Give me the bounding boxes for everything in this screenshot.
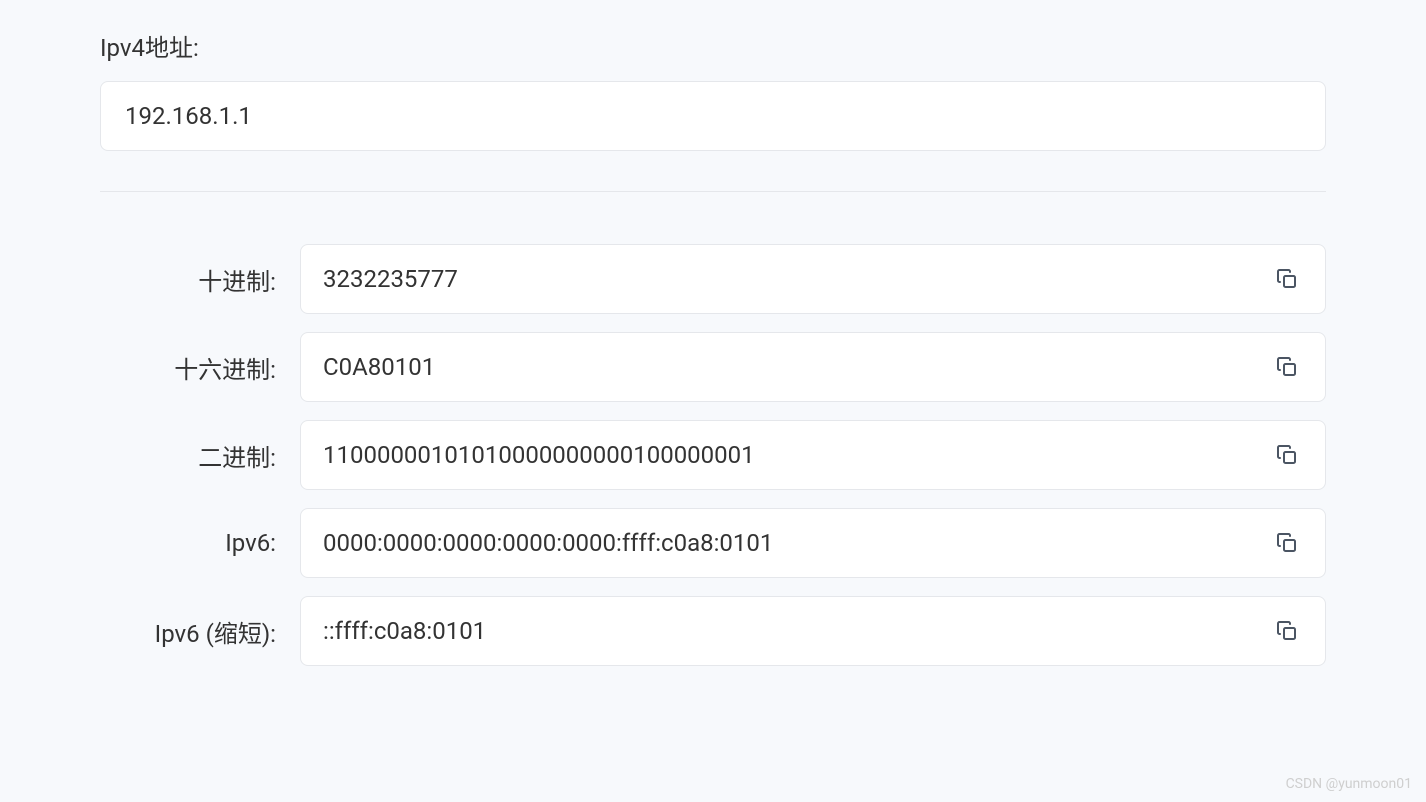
result-box-ipv6: 0000:0000:0000:0000:0000:ffff:c0a8:0101 xyxy=(300,508,1326,578)
copy-button-ipv6-short[interactable] xyxy=(1271,615,1303,647)
result-value-binary: 11000000101010000000000100000001 xyxy=(323,441,755,469)
copy-icon xyxy=(1275,619,1299,643)
result-box-hex: C0A80101 xyxy=(300,332,1326,402)
watermark: CSDN @yunmoon01 xyxy=(1286,776,1412,792)
result-row-hex: 十六进制: C0A80101 xyxy=(100,332,1326,402)
ipv4-input-section: Ipv4地址: xyxy=(100,28,1326,151)
result-box-binary: 11000000101010000000000100000001 xyxy=(300,420,1326,490)
copy-button-binary[interactable] xyxy=(1271,439,1303,471)
result-value-decimal: 3232235777 xyxy=(323,265,458,293)
ipv4-input[interactable] xyxy=(100,81,1326,151)
result-value-hex: C0A80101 xyxy=(323,353,435,381)
result-value-ipv6-short: ::ffff:c0a8:0101 xyxy=(323,617,486,645)
result-label-binary: 二进制: xyxy=(100,438,300,473)
result-row-ipv6-short: Ipv6 (缩短): ::ffff:c0a8:0101 xyxy=(100,596,1326,666)
result-label-ipv6: Ipv6: xyxy=(100,529,300,557)
result-box-decimal: 3232235777 xyxy=(300,244,1326,314)
copy-button-ipv6[interactable] xyxy=(1271,527,1303,559)
copy-button-hex[interactable] xyxy=(1271,351,1303,383)
result-value-ipv6: 0000:0000:0000:0000:0000:ffff:c0a8:0101 xyxy=(323,529,773,557)
result-label-decimal: 十进制: xyxy=(100,262,300,297)
result-row-ipv6: Ipv6: 0000:0000:0000:0000:0000:ffff:c0a8… xyxy=(100,508,1326,578)
result-box-ipv6-short: ::ffff:c0a8:0101 xyxy=(300,596,1326,666)
copy-icon xyxy=(1275,443,1299,467)
result-row-binary: 二进制: 11000000101010000000000100000001 xyxy=(100,420,1326,490)
copy-button-decimal[interactable] xyxy=(1271,263,1303,295)
copy-icon xyxy=(1275,355,1299,379)
result-label-ipv6-short: Ipv6 (缩短): xyxy=(100,614,300,649)
copy-icon xyxy=(1275,531,1299,555)
copy-icon xyxy=(1275,267,1299,291)
section-divider xyxy=(100,191,1326,192)
ipv4-label: Ipv4地址: xyxy=(100,28,1326,63)
result-row-decimal: 十进制: 3232235777 xyxy=(100,244,1326,314)
results-container: 十进制: 3232235777 十六进制: C0A80101 二进制: 1100… xyxy=(100,244,1326,666)
result-label-hex: 十六进制: xyxy=(100,350,300,385)
